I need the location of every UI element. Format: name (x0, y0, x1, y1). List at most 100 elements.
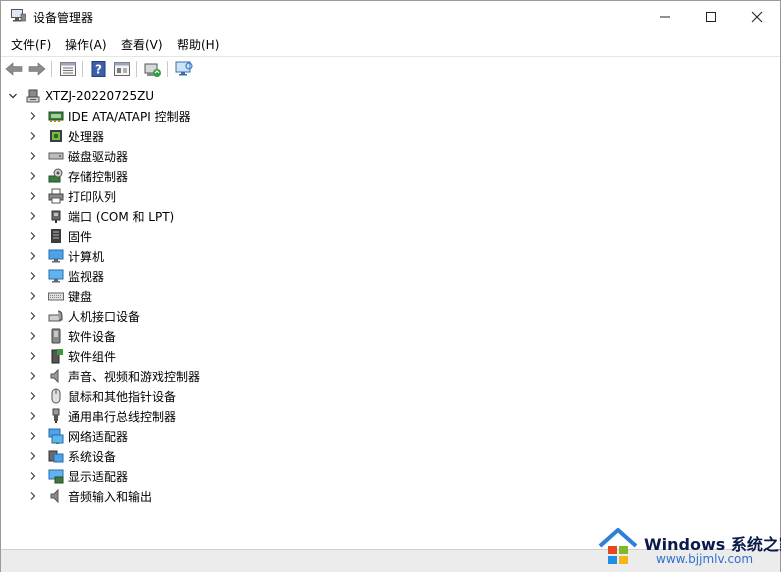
tree-node-label: 声音、视频和游戏控制器 (68, 369, 201, 384)
chevron-right-icon[interactable] (27, 350, 39, 362)
chevron-right-icon[interactable] (27, 390, 39, 402)
tree-node-label: 处理器 (68, 129, 105, 144)
mouse-icon (48, 388, 64, 404)
back-icon (5, 62, 23, 76)
chevron-right-icon[interactable] (27, 150, 39, 162)
chevron-right-icon[interactable] (27, 250, 39, 262)
properties-icon (60, 62, 76, 76)
port-icon (48, 208, 64, 224)
menu-bar: 文件(F) 操作(A) 查看(V) 帮助(H) (1, 33, 780, 55)
chevron-right-icon[interactable] (27, 170, 39, 182)
properties-button[interactable] (58, 59, 78, 79)
help-icon: ? (91, 61, 106, 77)
tree-node[interactable]: 存储控制器 (27, 166, 128, 186)
chevron-right-icon[interactable] (27, 270, 39, 282)
keyboard-icon (48, 288, 64, 304)
tree-node[interactable]: 显示适配器 (27, 466, 128, 486)
chevron-right-icon[interactable] (27, 210, 39, 222)
tree-node[interactable]: 网络适配器 (27, 426, 128, 446)
maximize-button[interactable] (688, 1, 734, 32)
minimize-button[interactable] (642, 1, 688, 32)
audio-io-icon (48, 488, 64, 504)
tree-node[interactable]: 软件组件 (27, 346, 116, 366)
forward-button[interactable] (27, 59, 47, 79)
menu-action[interactable]: 操作(A) (65, 36, 107, 53)
tree-node[interactable]: 端口 (COM 和 LPT) (27, 206, 174, 226)
tree-node[interactable]: 打印队列 (27, 186, 116, 206)
chevron-right-icon[interactable] (27, 470, 39, 482)
maximize-icon (706, 11, 716, 22)
scan-hardware-button[interactable] (174, 59, 194, 79)
svg-text:?: ? (95, 63, 102, 77)
tree-node-label: 端口 (COM 和 LPT) (68, 209, 175, 224)
tree-node-label: 计算机 (68, 249, 105, 264)
close-icon (751, 11, 763, 22)
device-manager-app-icon (11, 9, 26, 22)
chevron-right-icon[interactable] (27, 370, 39, 382)
tree-node[interactable]: 磁盘驱动器 (27, 146, 128, 166)
tree-node[interactable]: 鼠标和其他指针设备 (27, 386, 176, 406)
chevron-right-icon[interactable] (27, 330, 39, 342)
tree-node-label: 存储控制器 (68, 169, 129, 184)
back-button[interactable] (4, 59, 24, 79)
site-watermark: Windows 系统之家 www.bjjmlv.com (590, 520, 781, 570)
tree-node-label: 显示适配器 (68, 469, 129, 484)
computer-icon (25, 88, 41, 104)
tree-node-label: 音频输入和输出 (68, 489, 153, 504)
tree-node[interactable]: 键盘 (27, 286, 92, 306)
display-adapter-icon (48, 468, 64, 484)
menu-view[interactable]: 查看(V) (121, 36, 163, 53)
tree-node[interactable]: 系统设备 (27, 446, 116, 466)
minimize-icon (660, 16, 670, 17)
tree-node[interactable]: 监视器 (27, 266, 104, 286)
menu-file[interactable]: 文件(F) (11, 36, 51, 53)
tree-node[interactable]: IDE ATA/ATAPI 控制器 (27, 106, 191, 126)
device-manager-window: 设备管理器 文件(F) 操作(A) 查看(V) 帮助(H) ? XTZJ-202… (0, 0, 781, 572)
chevron-down-icon[interactable] (7, 90, 19, 102)
tree-root[interactable]: XTZJ-20220725ZU (7, 86, 154, 106)
show-hidden-icon (114, 62, 130, 76)
ide-controller-icon (48, 108, 64, 124)
chevron-right-icon[interactable] (27, 310, 39, 322)
system-device-icon (48, 448, 64, 464)
chevron-right-icon[interactable] (27, 450, 39, 462)
tree-node[interactable]: 计算机 (27, 246, 104, 266)
tree-node-label: 鼠标和其他指针设备 (68, 389, 177, 404)
network-icon (48, 428, 64, 444)
tree-node-label: 打印队列 (68, 189, 117, 204)
monitor-icon (48, 268, 64, 284)
tree-node[interactable]: 处理器 (27, 126, 104, 146)
chevron-right-icon[interactable] (27, 430, 39, 442)
menu-help[interactable]: 帮助(H) (177, 36, 219, 53)
tree-node-label: 系统设备 (68, 449, 117, 464)
help-button[interactable]: ? (89, 59, 109, 79)
storage-controller-icon (48, 168, 64, 184)
chevron-right-icon[interactable] (27, 290, 39, 302)
window-title: 设备管理器 (33, 11, 94, 25)
chevron-right-icon[interactable] (27, 230, 39, 242)
tree-node-label: 磁盘驱动器 (68, 149, 129, 164)
forward-icon (28, 62, 46, 76)
watermark-url: www.bjjmlv.com (656, 552, 754, 566)
usb-icon (48, 408, 64, 424)
chevron-right-icon[interactable] (27, 110, 39, 122)
chevron-right-icon[interactable] (27, 490, 39, 502)
tree-node[interactable]: 固件 (27, 226, 92, 246)
monitor-scan-icon (175, 61, 193, 76)
show-hidden-button[interactable] (112, 59, 132, 79)
tree-node[interactable]: 人机接口设备 (27, 306, 140, 326)
tree-node[interactable]: 音频输入和输出 (27, 486, 152, 506)
close-button[interactable] (734, 1, 780, 32)
firmware-icon (48, 228, 64, 244)
chevron-right-icon[interactable] (27, 410, 39, 422)
windows-logo-icon (598, 528, 638, 564)
chevron-right-icon[interactable] (27, 190, 39, 202)
tree-node[interactable]: 软件设备 (27, 326, 116, 346)
update-driver-button[interactable] (143, 59, 163, 79)
tree-node[interactable]: 通用串行总线控制器 (27, 406, 176, 426)
tree-node-label: 人机接口设备 (68, 309, 141, 324)
tree-node[interactable]: 声音、视频和游戏控制器 (27, 366, 200, 386)
software-component-icon (48, 348, 64, 364)
tree-node-label: 软件设备 (68, 329, 117, 344)
chevron-right-icon[interactable] (27, 130, 39, 142)
